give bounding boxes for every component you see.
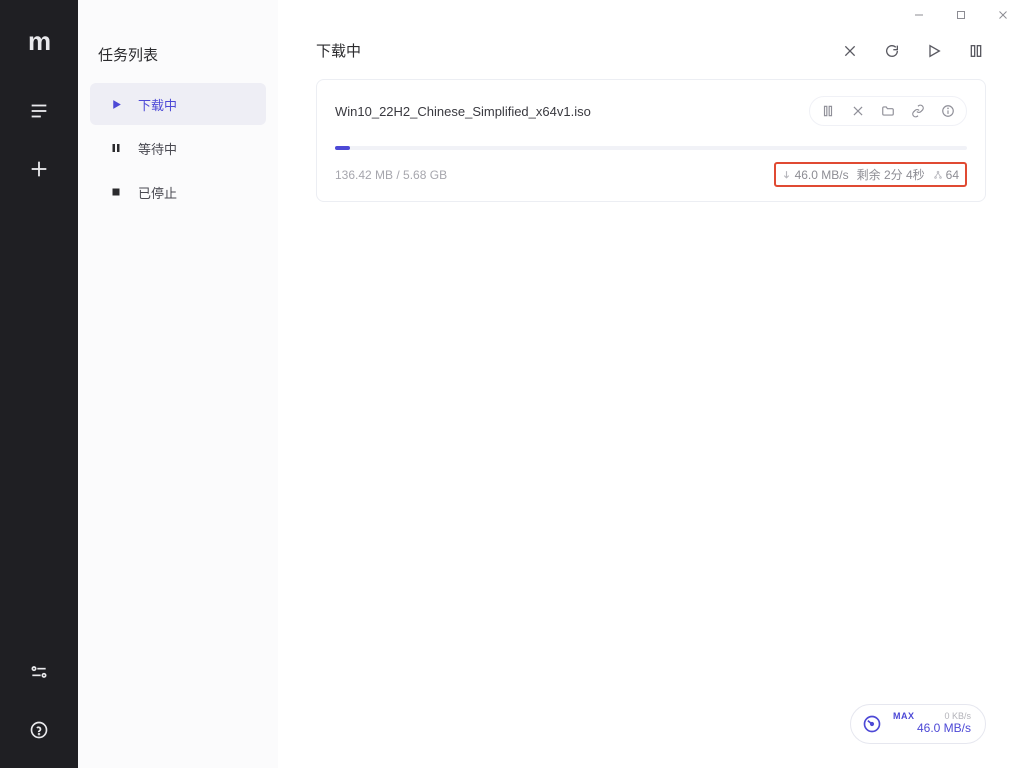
sidebar: 任务列表 下载中 等待中 已停止 — [78, 0, 278, 768]
sidebar-item-label: 等待中 — [138, 139, 177, 158]
speed-current: 46.0 MB/s — [893, 722, 971, 735]
task-progress-bar — [335, 146, 967, 150]
pause-icon — [108, 140, 124, 156]
task-remaining: 剩余 2分 4秒 — [857, 166, 925, 183]
nav-add-button[interactable] — [19, 149, 59, 189]
app-logo-icon: m — [28, 26, 50, 57]
resume-all-button[interactable] — [924, 41, 944, 61]
main-panel: 下载中 Win10_22H2_Chinese_Simplified — [278, 0, 1024, 768]
sidebar-item-stopped[interactable]: 已停止 — [90, 171, 266, 213]
task-info-button[interactable] — [938, 101, 958, 121]
task-pause-button[interactable] — [818, 101, 838, 121]
sidebar-item-downloading[interactable]: 下载中 — [90, 83, 266, 125]
task-size-text: 136.42 MB / 5.68 GB — [335, 168, 774, 182]
sidebar-item-label: 下载中 — [138, 95, 177, 114]
task-progress-fill — [335, 146, 350, 150]
task-stats-annotation: 46.0 MB/s 剩余 2分 4秒 64 — [774, 162, 967, 187]
window-maximize-button[interactable] — [954, 8, 968, 22]
stop-icon — [108, 184, 124, 200]
window-controls — [912, 8, 1010, 22]
task-actions — [809, 96, 967, 126]
window-close-button[interactable] — [996, 8, 1010, 22]
gauge-icon — [861, 713, 883, 735]
nav-rail: m — [0, 0, 78, 768]
task-delete-button[interactable] — [848, 101, 868, 121]
task-filename: Win10_22H2_Chinese_Simplified_x64v1.iso — [335, 104, 809, 119]
speed-widget[interactable]: MAX 0 KB/s 46.0 MB/s — [850, 704, 986, 744]
download-task[interactable]: Win10_22H2_Chinese_Simplified_x64v1.iso — [316, 79, 986, 202]
task-connections: 64 — [933, 168, 959, 182]
connections-icon — [933, 170, 943, 180]
task-link-button[interactable] — [908, 101, 928, 121]
pause-all-button[interactable] — [966, 41, 986, 61]
nav-help-button[interactable] — [19, 710, 59, 750]
sidebar-item-waiting[interactable]: 等待中 — [90, 127, 266, 169]
page-title: 下载中 — [316, 40, 840, 61]
play-icon — [108, 96, 124, 112]
nav-settings-button[interactable] — [19, 652, 59, 692]
window-minimize-button[interactable] — [912, 8, 926, 22]
nav-tasks-button[interactable] — [19, 91, 59, 131]
sidebar-title: 任务列表 — [78, 44, 278, 81]
download-arrow-icon — [782, 170, 792, 180]
clear-button[interactable] — [840, 41, 860, 61]
task-folder-button[interactable] — [878, 101, 898, 121]
speed-max-label: MAX — [893, 712, 915, 722]
sidebar-item-label: 已停止 — [138, 183, 177, 202]
refresh-button[interactable] — [882, 41, 902, 61]
task-speed: 46.0 MB/s — [782, 168, 849, 182]
